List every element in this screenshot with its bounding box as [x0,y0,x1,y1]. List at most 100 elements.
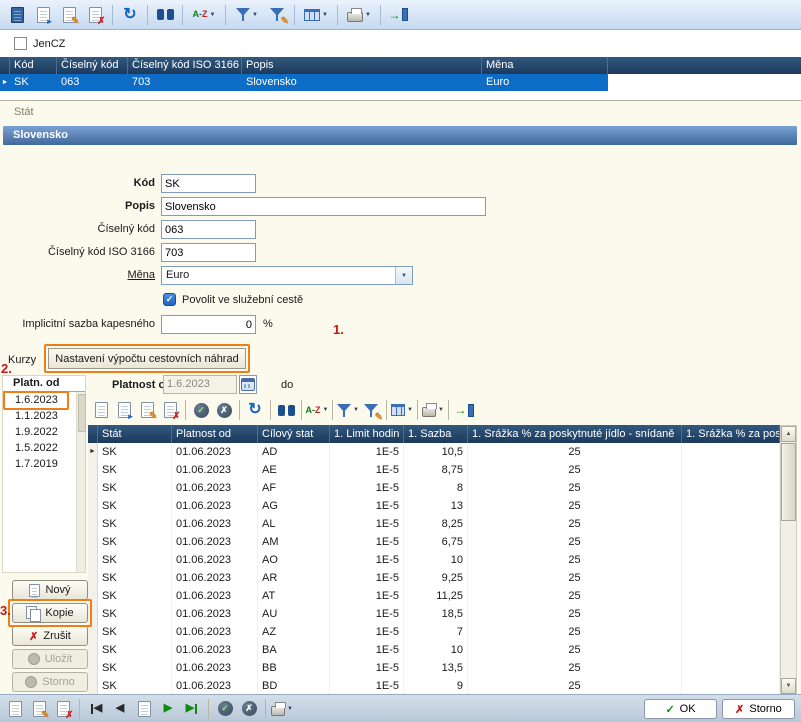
rates-table-row[interactable]: SK 01.06.2023 AF 1E-5 8 25 [88,479,780,497]
scroll-thumb[interactable] [781,443,796,521]
rates-search-button[interactable] [275,399,297,421]
rates-export-button[interactable]: → [453,399,475,421]
record-list-button[interactable] [133,698,155,720]
rates-delete-button[interactable]: ✗ [159,399,181,421]
edit-button[interactable]: ✎ [57,3,81,27]
col-header-cilovy-stat[interactable]: Cílový stat [258,425,330,443]
dropdown-arrow-icon: ▼ [407,407,413,413]
print-record-button[interactable]: ▼ [271,698,293,720]
rates-scrollbar[interactable]: ▲ ▼ [780,425,797,695]
kurzy-list-item[interactable]: 1.1.2023 [3,408,85,424]
rates-columns-button[interactable]: ▼ [391,399,413,421]
filter-button[interactable]: ▼ [231,3,263,27]
ok-button[interactable]: ✓OK [644,699,717,719]
rates-sort-button[interactable]: A-Z▼ [306,399,328,421]
cancel-record-button[interactable]: ✗ [238,698,260,720]
columns-button[interactable]: ▼ [300,3,332,27]
rates-table-row[interactable]: SK 01.06.2023 AL 1E-5 8,25 25 [88,515,780,533]
kurzy-list-item[interactable]: 1.7.2019 [3,456,85,472]
apply-record-button[interactable]: ✓ [214,698,236,720]
col-header-platnost-od[interactable]: Platnost od [172,425,258,443]
delete-document-icon: ✗ [89,7,102,23]
rates-open-button[interactable]: ► [113,399,135,421]
rates-table-row[interactable]: SK 01.06.2023 AZ 1E-5 7 25 [88,623,780,641]
countries-selected-row[interactable]: ► SK 063 703 Slovensko Euro [0,74,608,91]
mena-label[interactable]: Měna [0,266,155,285]
kurzy-list-item[interactable]: 1.5.2022 [3,440,85,456]
new-button[interactable] [5,3,29,27]
kurzy-column-header[interactable]: Platn. od [3,376,85,392]
rates-cancel-button[interactable]: ✗ [213,399,235,421]
col-header-ciselny-kod[interactable]: Číselný kód [57,57,128,74]
delete-button[interactable]: ✗ [83,3,107,27]
rates-print-button[interactable]: ▼ [422,399,444,421]
rates-table-row[interactable]: SK 01.06.2023 AM 1E-5 6,75 25 [88,533,780,551]
export-button[interactable]: → [386,3,410,27]
zrusit-button[interactable]: ✗Zrušit [12,626,88,646]
edit-record-button[interactable]: ✎ [28,698,50,720]
scroll-up-icon[interactable]: ▲ [781,426,796,442]
rates-table-row[interactable]: SK 01.06.2023 AU 1E-5 18,5 25 [88,605,780,623]
next-record-button[interactable]: ▶ [157,698,179,720]
rates-table-row[interactable]: SK 01.06.2023 AD 1E-5 10,5 25 [88,443,780,461]
rates-table-row[interactable]: SK 01.06.2023 BA 1E-5 10 25 [88,641,780,659]
last-record-button[interactable]: ▶ [181,698,203,720]
col-header-limit-hodin[interactable]: 1. Limit hodin [330,425,404,443]
first-record-button[interactable]: ◀ [85,698,107,720]
col-header-kod[interactable]: Kód [10,57,57,74]
platnost-od-field[interactable]: 1.6.2023 [163,375,237,394]
rates-apply-button[interactable]: ✓ [190,399,212,421]
novy-button[interactable]: Nový [12,580,88,600]
scroll-down-icon[interactable]: ▼ [781,678,796,694]
kurzy-list-item[interactable]: 1.9.2022 [3,424,85,440]
list-scrollbar[interactable] [76,392,85,572]
storno-button[interactable]: ✗Storno [722,699,795,719]
ciselny-kod-input[interactable] [161,220,256,239]
rates-edit-button[interactable]: ✎ [136,399,158,421]
rates-table-row[interactable]: SK 01.06.2023 BB 1E-5 13,5 25 [88,659,780,677]
col-header-mena[interactable]: Měna [482,57,608,74]
kod-input[interactable] [161,174,256,193]
dropdown-arrow-icon: ▼ [438,407,444,413]
open-button[interactable]: ► [31,3,55,27]
sort-az-icon: A-Z [306,406,321,415]
pocket-money-input[interactable] [161,315,256,334]
rates-filter-button[interactable]: ▼ [337,399,359,421]
jencz-checkbox[interactable] [14,37,27,50]
calendar-button[interactable] [239,375,257,394]
col-header-stat[interactable]: Stát [98,425,172,443]
kurzy-list-item[interactable]: 1.6.2023 [3,392,85,408]
popis-input[interactable] [161,197,486,216]
previous-record-button[interactable]: ◀ [109,698,131,720]
rates-table-row[interactable]: SK 01.06.2023 AT 1E-5 11,25 25 [88,587,780,605]
search-button[interactable] [153,3,177,27]
rates-table-row[interactable]: SK 01.06.2023 AG 1E-5 13 25 [88,497,780,515]
col-header-srazka-pos[interactable]: 1. Srážka % za pos [682,425,780,443]
refresh-button[interactable]: ↻ [118,3,142,27]
rates-table-row[interactable]: SK 01.06.2023 AO 1E-5 10 25 [88,551,780,569]
rates-refresh-button[interactable]: ↻ [244,399,266,421]
col-header-iso[interactable]: Číselný kód ISO 3166 [128,57,242,74]
sort-button[interactable]: A-Z▼ [188,3,220,27]
rates-table-row[interactable]: SK 01.06.2023 AR 1E-5 9,25 25 [88,569,780,587]
rates-quick-filter-button[interactable]: ✎ [360,399,382,421]
rates-table-row[interactable]: SK 01.06.2023 AE 1E-5 8,75 25 [88,461,780,479]
new-record-button[interactable] [4,698,26,720]
kopie-button[interactable]: Kopie [12,603,88,623]
col-header-srazka-snidane[interactable]: 1. Srážka % za poskytnuté jídlo - snídan… [468,425,682,443]
quick-filter-button[interactable]: ✎ [265,3,289,27]
travel-allowance-settings-button[interactable]: Nastavení výpočtu cestovních náhrad [48,348,246,369]
iso-input[interactable] [161,243,256,262]
print-button[interactable]: ▼ [343,3,375,27]
col-header-popis[interactable]: Popis [242,57,482,74]
rates-table-body: SK 01.06.2023 AD 1E-5 10,5 25 SK 01.06.2… [88,443,780,695]
new-document-icon [11,7,24,23]
rates-table-row[interactable]: SK 01.06.2023 BD 1E-5 9 25 [88,677,780,695]
dropdown-arrow-icon: ▼ [287,706,293,712]
chevron-down-icon[interactable]: ▼ [395,267,412,284]
allow-business-trip-checkbox[interactable]: ✓ [163,293,176,306]
rates-new-button[interactable] [90,399,112,421]
col-header-sazba[interactable]: 1. Sazba [404,425,468,443]
delete-record-button[interactable]: ✗ [52,698,74,720]
mena-combobox[interactable]: Euro ▼ [161,266,413,285]
